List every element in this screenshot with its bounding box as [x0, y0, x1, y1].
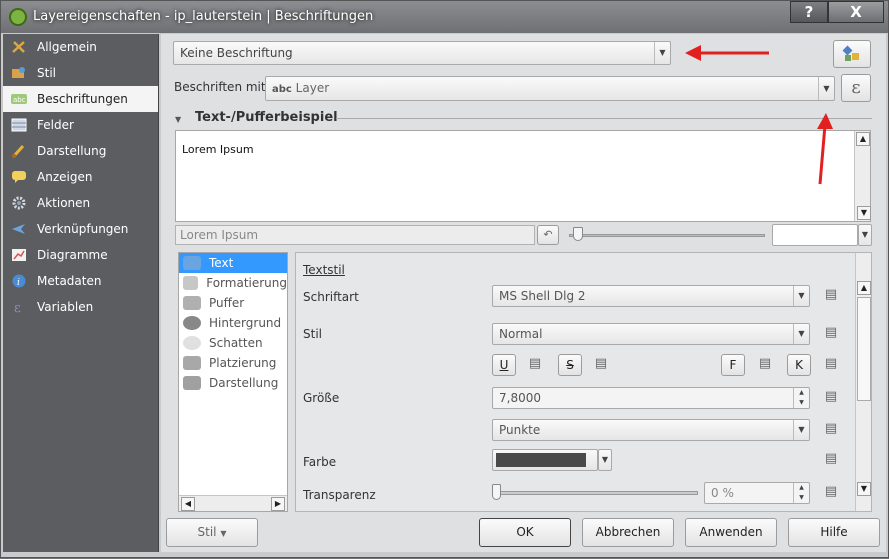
red-arrow-head-icon — [817, 113, 833, 129]
layer-properties-dialog: Layereigenschaften - ip_lauterstein | Be… — [0, 0, 889, 558]
red-arrow-line — [818, 124, 827, 185]
red-arrows-overlay — [685, 45, 833, 185]
red-arrow-head-icon — [685, 45, 701, 61]
